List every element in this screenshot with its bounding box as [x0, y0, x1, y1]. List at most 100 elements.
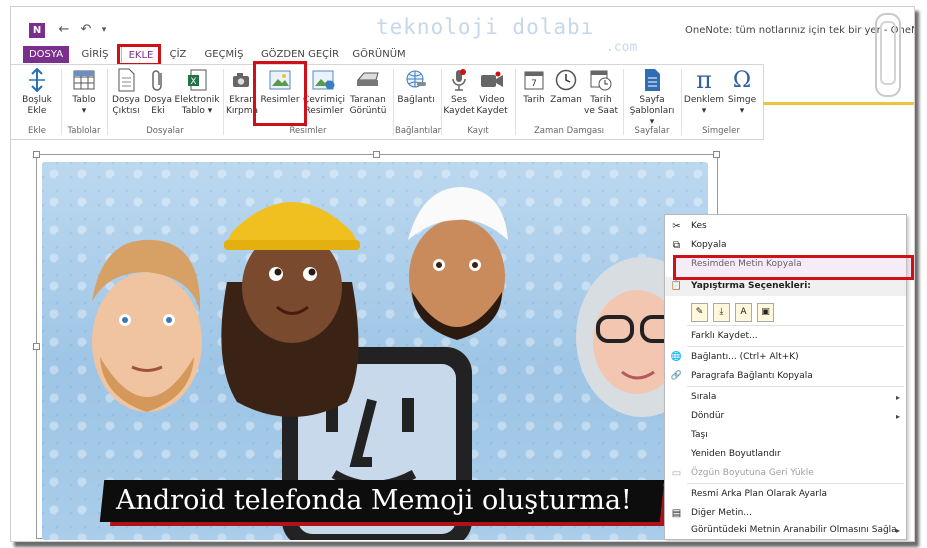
- record-audio-label: Ses Kaydet: [443, 95, 475, 116]
- scanned-image-label: Taranan Görüntü: [349, 95, 387, 116]
- attachment-button[interactable]: Dosya Eki: [143, 67, 173, 117]
- menu-label: Görüntüdeki Metnin Aranabilir Olmasını S…: [691, 525, 897, 535]
- link-icon: [406, 70, 426, 88]
- restore-size-icon: ▭: [671, 468, 682, 479]
- spreadsheet-icon: X: [188, 69, 207, 91]
- menu-item-link[interactable]: 🌐 Bağlantı... (Ctrl+ Alt+K): [665, 348, 906, 367]
- submenu-arrow-icon: ▸: [895, 412, 900, 421]
- insert-tab-highlight: [117, 44, 161, 66]
- resize-handle-top-right[interactable]: [713, 151, 720, 158]
- clock-icon: [555, 69, 577, 91]
- menu-item-resize[interactable]: Yeniden Boyutlandır: [665, 445, 906, 464]
- resize-handle-top-left[interactable]: [33, 151, 40, 158]
- date-time-button[interactable]: Tarih ve Saat: [583, 67, 619, 117]
- link-label: Bağlantı: [397, 95, 435, 105]
- group-label-links: Bağlantılar: [395, 126, 442, 136]
- paste-picture-icon[interactable]: ▣: [757, 303, 774, 322]
- tab-draw[interactable]: ÇİZ: [165, 46, 191, 63]
- group-separator: [393, 69, 394, 135]
- menu-label: Döndür: [691, 411, 725, 421]
- menu-item-copy[interactable]: ⧉ Kopyala: [665, 236, 906, 255]
- paste-text-only-icon[interactable]: A: [735, 303, 752, 322]
- group-separator: [107, 69, 108, 135]
- inserted-image[interactable]: Android telefonda Memoji oluşturma!: [42, 162, 708, 540]
- page-template-icon: [645, 69, 660, 91]
- date-button[interactable]: 7 Tarih: [519, 67, 549, 106]
- memoji-headband-man: [408, 187, 508, 340]
- menu-item-copy-paragraph-link[interactable]: 🔗 Paragrafa Bağlantı Kopyala: [665, 367, 906, 386]
- group-separator: [623, 69, 624, 135]
- online-pictures-button[interactable]: Çevrimiçi Resimler: [301, 67, 347, 117]
- scanned-image-button[interactable]: Taranan Görüntü: [347, 67, 389, 117]
- menu-separator: [687, 346, 904, 347]
- resize-handle-top[interactable]: [373, 151, 380, 158]
- menu-item-set-as-background[interactable]: Resmi Arka Plan Olarak Ayarla: [665, 485, 906, 504]
- paste-options-row: ✎ ⤓ A ▣: [691, 303, 774, 323]
- date-label: Tarih: [523, 95, 545, 105]
- menu-separator: [687, 325, 904, 326]
- time-label: Zaman: [550, 95, 582, 105]
- onenote-window: N ← ↶ ▾ teknoloji dolabı .com OneNote: t…: [10, 6, 915, 542]
- menu-item-order[interactable]: Sırala ▸: [665, 388, 906, 407]
- menu-label: Resmi Arka Plan Olarak Ayarla: [691, 489, 827, 499]
- record-audio-button[interactable]: Ses Kaydet: [443, 67, 475, 117]
- online-pictures-label: Çevrimiçi Resimler: [302, 95, 346, 116]
- table-icon: [73, 70, 95, 90]
- scanner-icon: [356, 72, 379, 86]
- paste-icon: 📋: [670, 281, 683, 291]
- tab-home[interactable]: GİRİŞ: [77, 46, 113, 63]
- svg-text:7: 7: [531, 79, 537, 89]
- image-caption: Android telefonda Memoji oluşturma!: [116, 485, 632, 516]
- tab-history[interactable]: GEÇMİŞ: [201, 46, 247, 63]
- title-bar: N ← ↶ ▾ teknoloji dolabı .com OneNote: t…: [11, 7, 914, 97]
- undo-icon[interactable]: ↶: [77, 21, 95, 39]
- menu-item-move[interactable]: Taşı: [665, 426, 906, 445]
- equation-button[interactable]: π Denklem ▾: [683, 67, 725, 117]
- omega-icon: Ω: [732, 67, 752, 93]
- group-label-tables: Tablolar: [67, 126, 101, 136]
- file-printout-button[interactable]: Dosya Çıktısı: [109, 67, 143, 117]
- resize-handle-left[interactable]: [33, 343, 40, 350]
- back-icon[interactable]: ←: [55, 21, 73, 39]
- menu-label: Kes: [691, 221, 707, 231]
- menu-item-save-as[interactable]: Farklı Kaydet...: [665, 327, 906, 346]
- insert-space-button[interactable]: Boşluk Ekle: [17, 67, 57, 117]
- group-label-pages: Sayfalar: [634, 126, 670, 136]
- equation-label: Denklem ▾: [683, 95, 725, 116]
- tab-file[interactable]: DOSYA: [23, 46, 69, 63]
- symbol-button[interactable]: Ω Simge ▾: [725, 67, 759, 117]
- group-separator: [515, 69, 516, 135]
- group-separator: [223, 69, 224, 135]
- paste-keep-format-icon[interactable]: ✎: [691, 303, 708, 322]
- quick-access-more-icon[interactable]: ▾: [95, 21, 113, 39]
- page-templates-button[interactable]: Sayfa Şablonları ▾: [627, 67, 677, 128]
- submenu-arrow-icon: ▸: [895, 393, 900, 402]
- menu-label: Sırala: [691, 392, 717, 402]
- copy-text-from-picture-highlight: [673, 255, 914, 280]
- menu-item-make-text-searchable[interactable]: Görüntüdeki Metnin Aranabilir Olmasını S…: [665, 521, 906, 540]
- record-video-button[interactable]: Video Kaydet: [475, 67, 509, 117]
- file-printout-icon: [118, 68, 135, 92]
- group-separator: [61, 69, 62, 135]
- time-button[interactable]: Zaman: [549, 67, 583, 106]
- symbol-label: Simge ▾: [727, 95, 757, 116]
- table-button[interactable]: Tablo ▾: [65, 67, 103, 117]
- paste-merge-icon[interactable]: ⤓: [713, 303, 730, 322]
- file-printout-label: Dosya Çıktısı: [112, 95, 140, 116]
- menu-separator: [687, 386, 904, 387]
- menu-item-cut[interactable]: ✂ Kes: [665, 217, 906, 236]
- attachment-icon: [152, 70, 162, 91]
- table-label: Tablo ▾: [72, 95, 96, 116]
- menu-item-rotate[interactable]: Döndür ▸: [665, 407, 906, 426]
- copy-icon: ⧉: [672, 240, 681, 251]
- group-label-files: Dosyalar: [146, 126, 184, 136]
- menu-label: Özgün Boyutuna Geri Yükle: [691, 468, 814, 478]
- link-button[interactable]: Bağlantı: [395, 67, 437, 106]
- group-separator: [441, 69, 442, 135]
- tab-view[interactable]: GÖRÜNÜM: [351, 46, 407, 63]
- watermark-text: teknoloji dolabı: [376, 15, 595, 39]
- screen-clipping-icon: [233, 73, 249, 87]
- memoji-blond-man: [92, 239, 202, 412]
- spreadsheet-button[interactable]: X Elektronik Tablo ▾: [173, 67, 221, 117]
- menu-label: Paragrafa Bağlantı Kopyala: [691, 371, 813, 381]
